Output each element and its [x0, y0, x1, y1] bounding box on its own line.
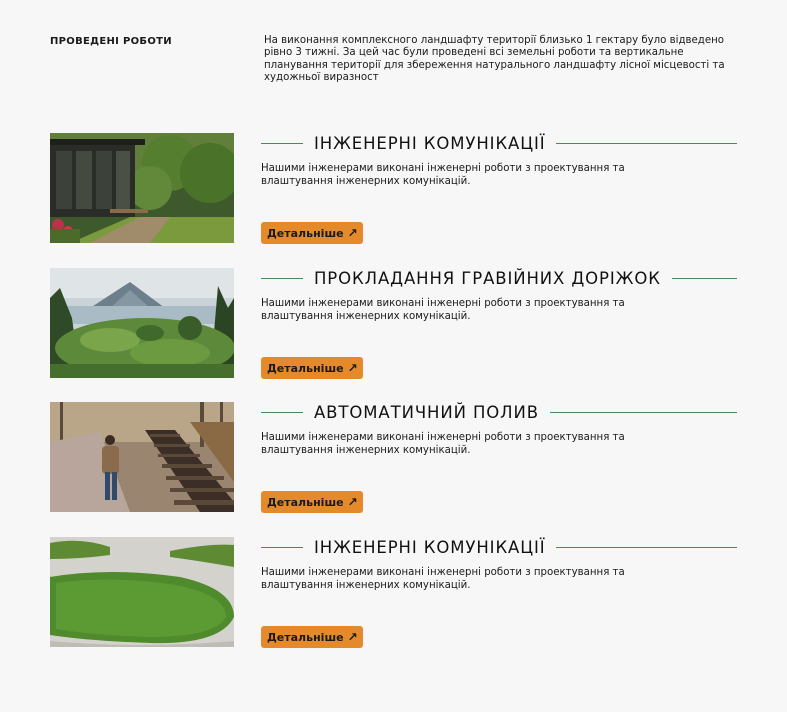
heading-line-right — [556, 546, 737, 548]
heading-line-left — [261, 142, 303, 144]
arrow-up-right-icon: ↗ — [347, 361, 358, 375]
details-button-label: Детальніше — [267, 226, 344, 240]
card-photo-pavilion — [50, 133, 234, 243]
details-button[interactable]: Детальніше ↗ — [261, 357, 363, 379]
heading-line-left — [261, 546, 303, 548]
heading-line-right — [549, 411, 737, 413]
work-card-engineering-2: ІНЖЕНЕРНІ КОМУНІКАЦІЇ Нашими інженерами … — [50, 537, 740, 649]
details-button-label: Детальніше — [267, 630, 344, 644]
details-button-label: Детальніше — [267, 495, 344, 509]
arrow-up-right-icon: ↗ — [347, 630, 358, 644]
card-heading: ІНЖЕНЕРНІ КОМУНІКАЦІЇ — [261, 537, 737, 557]
heading-line-left — [261, 411, 303, 413]
details-button[interactable]: Детальніше ↗ — [261, 626, 363, 648]
heading-line-right — [556, 142, 737, 144]
details-button-label: Детальніше — [267, 361, 344, 375]
card-photo-stairs-walker — [50, 402, 234, 512]
intro-text: На виконання комплексного ландшафту тери… — [264, 35, 725, 83]
card-description: Нашими інженерами виконані інженерні роб… — [261, 298, 625, 322]
card-title: ІНЖЕНЕРНІ КОМУНІКАЦІЇ — [314, 133, 546, 153]
card-description: Нашими інженерами виконані інженерні роб… — [261, 567, 625, 591]
arrow-up-right-icon: ↗ — [347, 226, 358, 240]
card-title: ПРОКЛАДАННЯ ГРАВІЙНИХ ДОРІЖОК — [314, 268, 661, 288]
card-heading: ПРОКЛАДАННЯ ГРАВІЙНИХ ДОРІЖОК — [261, 268, 737, 288]
intro-title: ПРОВЕДЕНІ РОБОТИ — [50, 36, 172, 47]
card-heading: ІНЖЕНЕРНІ КОМУНІКАЦІЇ — [261, 133, 737, 153]
card-title: ІНЖЕНЕРНІ КОМУНІКАЦІЇ — [314, 537, 546, 557]
heading-line-left — [261, 277, 303, 279]
card-title: АВТОМАТИЧНИЙ ПОЛИВ — [314, 402, 539, 422]
heading-line-right — [671, 277, 737, 279]
work-card-irrigation: АВТОМАТИЧНИЙ ПОЛИВ Нашими інженерами вик… — [50, 402, 740, 514]
work-card-engineering: ІНЖЕНЕРНІ КОМУНІКАЦІЇ Нашими інженерами … — [50, 133, 740, 245]
card-photo-lake-garden — [50, 268, 234, 378]
arrow-up-right-icon: ↗ — [347, 495, 358, 509]
card-heading: АВТОМАТИЧНИЙ ПОЛИВ — [261, 402, 737, 422]
card-description: Нашими інженерами виконані інженерні роб… — [261, 163, 625, 187]
card-photo-lawn-paths — [50, 537, 234, 647]
card-description: Нашими інженерами виконані інженерні роб… — [261, 432, 625, 456]
details-button[interactable]: Детальніше ↗ — [261, 491, 363, 513]
work-card-gravel-paths: ПРОКЛАДАННЯ ГРАВІЙНИХ ДОРІЖОК Нашими інж… — [50, 268, 740, 380]
details-button[interactable]: Детальніше ↗ — [261, 222, 363, 244]
